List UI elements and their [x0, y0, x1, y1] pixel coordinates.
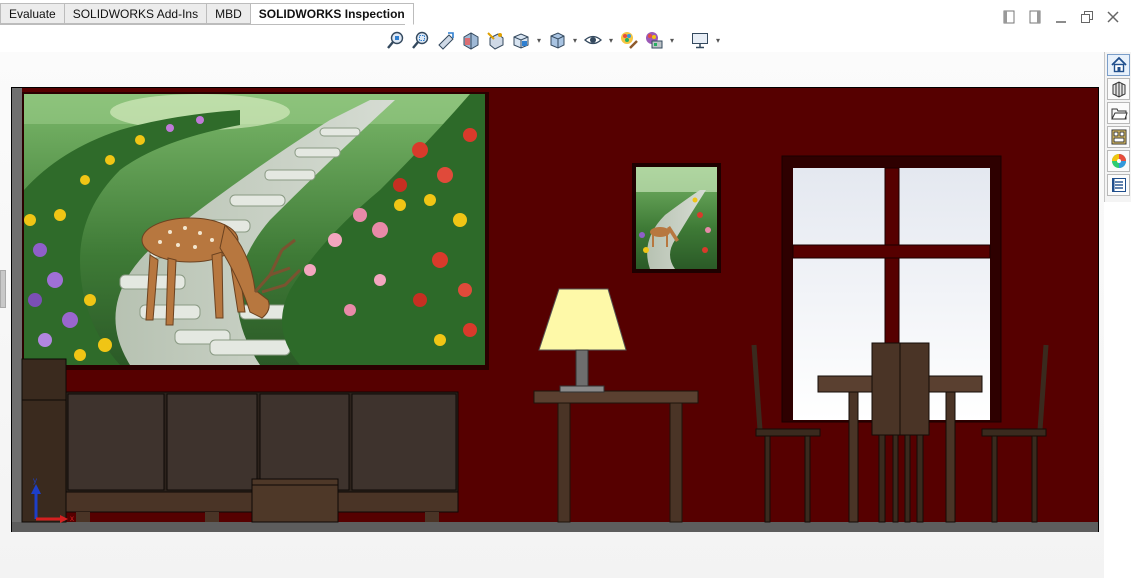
- model-scene: y x: [11, 87, 1099, 532]
- side-wall: [12, 88, 22, 522]
- solidworks-resources-icon[interactable]: [1107, 54, 1130, 76]
- view-palette-icon[interactable]: [1107, 126, 1130, 148]
- triad-x-label: x: [70, 514, 74, 523]
- small-painting: [632, 163, 721, 273]
- large-painting: [22, 92, 489, 370]
- task-pane: [1104, 52, 1131, 202]
- appearances-scenes-icon[interactable]: [1107, 150, 1130, 172]
- design-library-icon[interactable]: [1107, 78, 1130, 100]
- file-explorer-icon[interactable]: [1107, 102, 1130, 124]
- custom-properties-icon[interactable]: [1107, 174, 1130, 196]
- close-icon[interactable]: [1105, 9, 1121, 25]
- triad-y-label: y: [33, 476, 37, 485]
- floor-slab: [12, 522, 1098, 532]
